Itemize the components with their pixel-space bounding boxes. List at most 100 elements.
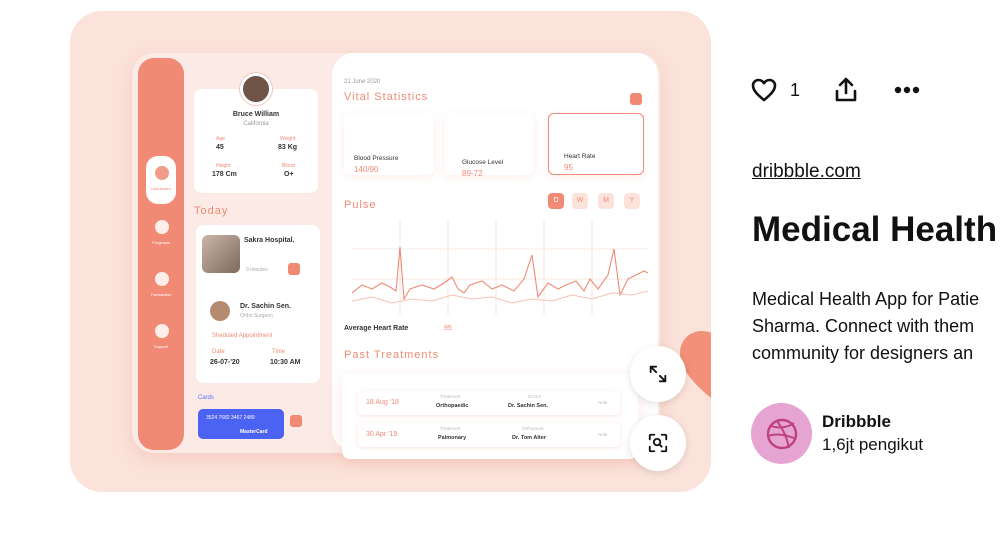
mockup-treatment-doctor: Dr. Tom Alter xyxy=(512,435,546,441)
mockup-arrow-button xyxy=(288,263,300,275)
mockup-sidebar-label: Transaction xyxy=(150,292,172,297)
mockup-treatment-date: 18 Aug '18 xyxy=(366,399,399,406)
more-button[interactable] xyxy=(893,76,921,104)
mockup-treatment-date: 30 Apr '19 xyxy=(366,431,398,438)
mockup-blood-label: Blood xyxy=(282,163,295,169)
mockup-vital-arrow xyxy=(630,93,642,105)
mockup-sidebar-active xyxy=(146,156,176,204)
mockup-treatment-label: Treatment xyxy=(440,394,461,399)
mockup-header-date: 21 June 2020 xyxy=(344,79,381,85)
mockup-mastercard: 3524 7682 3467 2489 MasterCard xyxy=(198,409,284,439)
mockup-date: 26-07-'20 xyxy=(210,359,240,366)
visual-search-button[interactable] xyxy=(630,415,686,471)
mockup-range-chip: M xyxy=(598,193,614,209)
mockup-vital-value: 140/90 xyxy=(354,165,379,174)
mockup-vital-title: Vital Statistics xyxy=(344,91,429,103)
mockup-date-label: Date xyxy=(212,349,225,355)
mockup-doctor: Dr. Sachin Sen. xyxy=(240,303,291,310)
expand-button[interactable] xyxy=(630,346,686,402)
mockup-sidebar: Dashboard Prognosis Transaction Support xyxy=(138,58,184,450)
pin-title: Medical Health xyxy=(752,210,998,249)
like-button[interactable] xyxy=(750,76,778,104)
mockup-doctor-avatar xyxy=(210,301,230,321)
mockup-weight: 83 Kg xyxy=(278,144,298,151)
more-dots-icon xyxy=(894,86,920,94)
mockup-treatment: Orthopaedic xyxy=(436,403,469,409)
dribbble-ball-icon xyxy=(766,418,797,449)
mockup-appointment-label: Sheduled Appointment xyxy=(212,333,273,339)
mockup-sidebar-label: Dashboard xyxy=(151,186,171,191)
mockup-tablet: Dashboard Prognosis Transaction Support … xyxy=(132,53,711,459)
mockup-past-title: Past Treatments xyxy=(344,349,440,361)
mockup-treatment-label: Treatment xyxy=(440,426,461,431)
mockup-range-chip: Y xyxy=(624,193,640,209)
mockup-sidebar-label: Prognosis xyxy=(152,240,170,245)
mockup-range-chip: D xyxy=(548,193,564,209)
heart-outline-icon xyxy=(751,78,777,102)
mockup-vital-card xyxy=(548,113,644,175)
mockup-treatment: Palmonary xyxy=(438,435,467,441)
mockup-pulse-line xyxy=(352,246,648,301)
mockup-range-chip: W xyxy=(572,193,588,209)
mockup-age-label: Age xyxy=(216,136,225,142)
pin-actions: 1 xyxy=(750,76,921,104)
mockup-vital-value: 95 xyxy=(564,163,573,172)
mockup-time-label: Time xyxy=(272,349,286,355)
description-line: community for designers an xyxy=(752,343,974,363)
mockup-sidebar-label: Support xyxy=(153,344,168,349)
description-line: Sharma. Connect with them xyxy=(752,316,975,336)
mockup-hospital-image xyxy=(202,235,240,273)
mockup-pulse-title: Pulse xyxy=(344,199,377,211)
mockup-today: Today xyxy=(194,205,229,217)
mockup-time: 10:30 AM xyxy=(270,359,301,366)
prognosis-icon xyxy=(155,220,169,234)
pin-image[interactable]: Dashboard Prognosis Transaction Support … xyxy=(70,11,711,492)
creator-avatar[interactable] xyxy=(751,403,812,464)
creator-followers: 1,6jt pengikut xyxy=(822,435,924,454)
mockup-hospital: Sakra Hospital. xyxy=(244,237,295,244)
mockup-profile-location: California xyxy=(243,121,269,127)
mockup-card-brand: MasterCard xyxy=(240,429,268,435)
like-count: 1 xyxy=(790,79,801,100)
mockup-treatment-row: 30 Apr '19 Treatment Palmonary Orthopedi… xyxy=(358,423,620,447)
mockup-cards-label: Cards xyxy=(198,395,215,401)
transaction-icon xyxy=(155,272,169,286)
mockup-vital-name: Heart Rate xyxy=(564,153,596,160)
mockup-doctor-label: Doctor xyxy=(528,394,542,399)
mockup-doctor-label: Orthopedic xyxy=(522,426,545,431)
expand-arrows-icon xyxy=(649,365,667,383)
mockup-card-number: 3524 7682 3467 2489 xyxy=(206,415,255,421)
mockup-blood: O+ xyxy=(284,171,294,178)
left-margin xyxy=(0,0,70,558)
pin-page: Dashboard Prognosis Transaction Support … xyxy=(0,0,1001,558)
mockup-pulse-baseline xyxy=(352,290,648,304)
mockup-treatment-row: 18 Aug '18 Treatment Orthopaedic Doctor … xyxy=(358,391,620,415)
mockup-avg-label: Average Heart Rate xyxy=(344,325,409,332)
mockup-avatar xyxy=(240,73,272,105)
mockup-note: Note xyxy=(598,432,608,437)
mockup-note: Note xyxy=(598,400,608,405)
source-link[interactable]: dribbble.com xyxy=(752,161,861,183)
pin-description: Medical Health App for Patie Sharma. Con… xyxy=(752,286,1001,367)
mockup-height-label: Height xyxy=(216,163,231,169)
mockup-vital-name: Glucose Level xyxy=(462,159,504,166)
share-upload-icon xyxy=(835,77,857,102)
creator-name[interactable]: Dribbble xyxy=(822,412,923,432)
creator-profile[interactable]: Dribbble 1,6jt pengikut xyxy=(751,403,923,464)
dashboard-icon xyxy=(155,166,169,180)
mockup-vital-value: 89-72 xyxy=(462,169,483,178)
mockup-height: 178 Cm xyxy=(212,171,237,178)
description-line: Medical Health App for Patie xyxy=(752,289,980,309)
mockup-age: 45 xyxy=(216,144,224,151)
mockup-pulse-chart xyxy=(352,219,648,315)
mockup-vital-name: Blood Pressure xyxy=(354,155,399,162)
support-icon xyxy=(155,324,169,338)
mockup-add-card-button xyxy=(290,415,302,427)
mockup-weight-label: Weight xyxy=(280,136,296,142)
mockup-hospital-time: 9 minutes xyxy=(246,267,268,273)
mockup-doctor-role: Ortho Surgeon xyxy=(240,313,273,319)
share-button[interactable] xyxy=(832,76,860,104)
lens-search-icon xyxy=(648,433,668,453)
mockup-profile-name: Bruce William xyxy=(232,111,280,118)
mockup-treatment-doctor: Dr. Sachin Sen. xyxy=(508,403,549,409)
